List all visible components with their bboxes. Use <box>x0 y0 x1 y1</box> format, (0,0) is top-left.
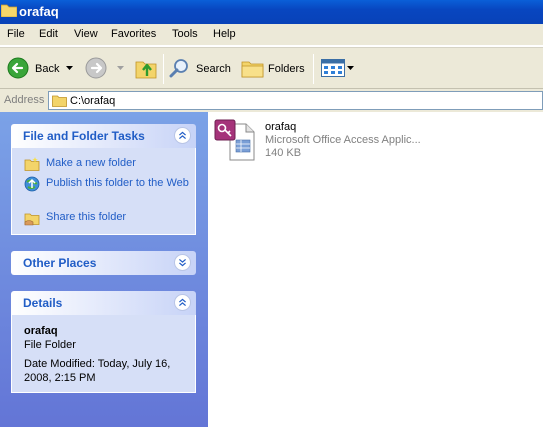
file-folder-tasks-panel: File and Folder Tasks Make a new folder <box>11 124 196 235</box>
publish-web-icon <box>24 176 40 192</box>
file-size: 140 KB <box>265 147 302 159</box>
title-bar[interactable]: orafaq <box>0 0 543 24</box>
panel-title: Other Places <box>23 256 97 270</box>
details-type: File Folder <box>24 339 76 351</box>
share-folder-icon <box>24 213 40 226</box>
other-places-panel: Other Places <box>11 251 196 275</box>
collapse-chevron-icon[interactable] <box>174 127 191 144</box>
address-bar: Address C:\orafaq <box>0 89 543 112</box>
menu-file[interactable]: File <box>7 28 25 40</box>
task-publish-to-web[interactable]: Publish this folder to the Web <box>24 176 194 206</box>
menu-bar: File Edit View Favorites Tools Help <box>0 24 543 46</box>
collapse-chevron-icon[interactable] <box>174 294 191 311</box>
file-item[interactable]: orafaq Microsoft Office Access Applic...… <box>208 112 428 168</box>
menu-tools[interactable]: Tools <box>172 28 198 40</box>
access-application-icon <box>214 119 255 161</box>
address-label: Address <box>4 94 45 106</box>
window-title: orafaq <box>19 4 59 19</box>
task-pane: File and Folder Tasks Make a new folder <box>0 112 208 427</box>
details-panel: Details orafaq File Folder Date Modified… <box>11 291 196 393</box>
views-icon[interactable] <box>321 59 345 77</box>
folder-icon <box>1 4 17 17</box>
address-value: C:\orafaq <box>70 95 116 107</box>
search-label: Search <box>196 63 231 75</box>
details-date-modified: Date Modified: Today, July 16, 2008, 2:1… <box>24 358 171 384</box>
expand-chevron-icon[interactable] <box>174 254 191 271</box>
other-places-header[interactable]: Other Places <box>11 251 196 275</box>
task-label: Make a new folder <box>46 157 136 169</box>
details-body: orafaq File Folder Date Modified: Today,… <box>11 315 196 393</box>
toolbar: Back Search Folders <box>0 47 543 89</box>
menu-view[interactable]: View <box>74 28 98 40</box>
back-label: Back <box>35 63 60 75</box>
details-name: orafaq <box>24 325 58 337</box>
folders-icon <box>241 61 264 78</box>
task-make-new-folder[interactable]: Make a new folder <box>24 156 194 172</box>
file-folder-tasks-body: Make a new folder Publish this folder to… <box>11 148 196 235</box>
menu-favorites[interactable]: Favorites <box>111 28 156 40</box>
panel-title: Details <box>23 296 63 310</box>
forward-dropdown-icon[interactable] <box>117 66 124 70</box>
forward-arrow-icon[interactable] <box>85 57 107 79</box>
folders-label: Folders <box>268 63 305 75</box>
back-dropdown-icon[interactable] <box>66 66 73 70</box>
menu-edit[interactable]: Edit <box>39 28 58 40</box>
search-button[interactable]: Search <box>168 53 232 83</box>
folder-icon <box>52 95 67 107</box>
panel-title: File and Folder Tasks <box>23 129 145 143</box>
details-header[interactable]: Details <box>11 291 196 315</box>
magnifier-icon <box>169 59 188 78</box>
back-arrow-icon <box>7 57 29 79</box>
folders-button[interactable]: Folders <box>239 53 307 83</box>
file-list: orafaq Microsoft Office Access Applic...… <box>208 112 543 427</box>
folder-up-icon[interactable] <box>134 56 158 80</box>
views-dropdown-icon[interactable] <box>347 66 354 70</box>
address-field[interactable]: C:\orafaq <box>48 91 543 110</box>
file-name: orafaq <box>265 121 297 133</box>
task-label: Share this folder <box>46 211 127 223</box>
file-type: Microsoft Office Access Applic... <box>265 134 421 146</box>
task-share-folder[interactable]: Share this folder <box>24 210 194 226</box>
file-folder-tasks-header[interactable]: File and Folder Tasks <box>11 124 196 148</box>
menu-help[interactable]: Help <box>213 28 236 40</box>
new-folder-icon <box>24 157 40 171</box>
task-label: Publish this folder to the Web <box>46 177 189 189</box>
